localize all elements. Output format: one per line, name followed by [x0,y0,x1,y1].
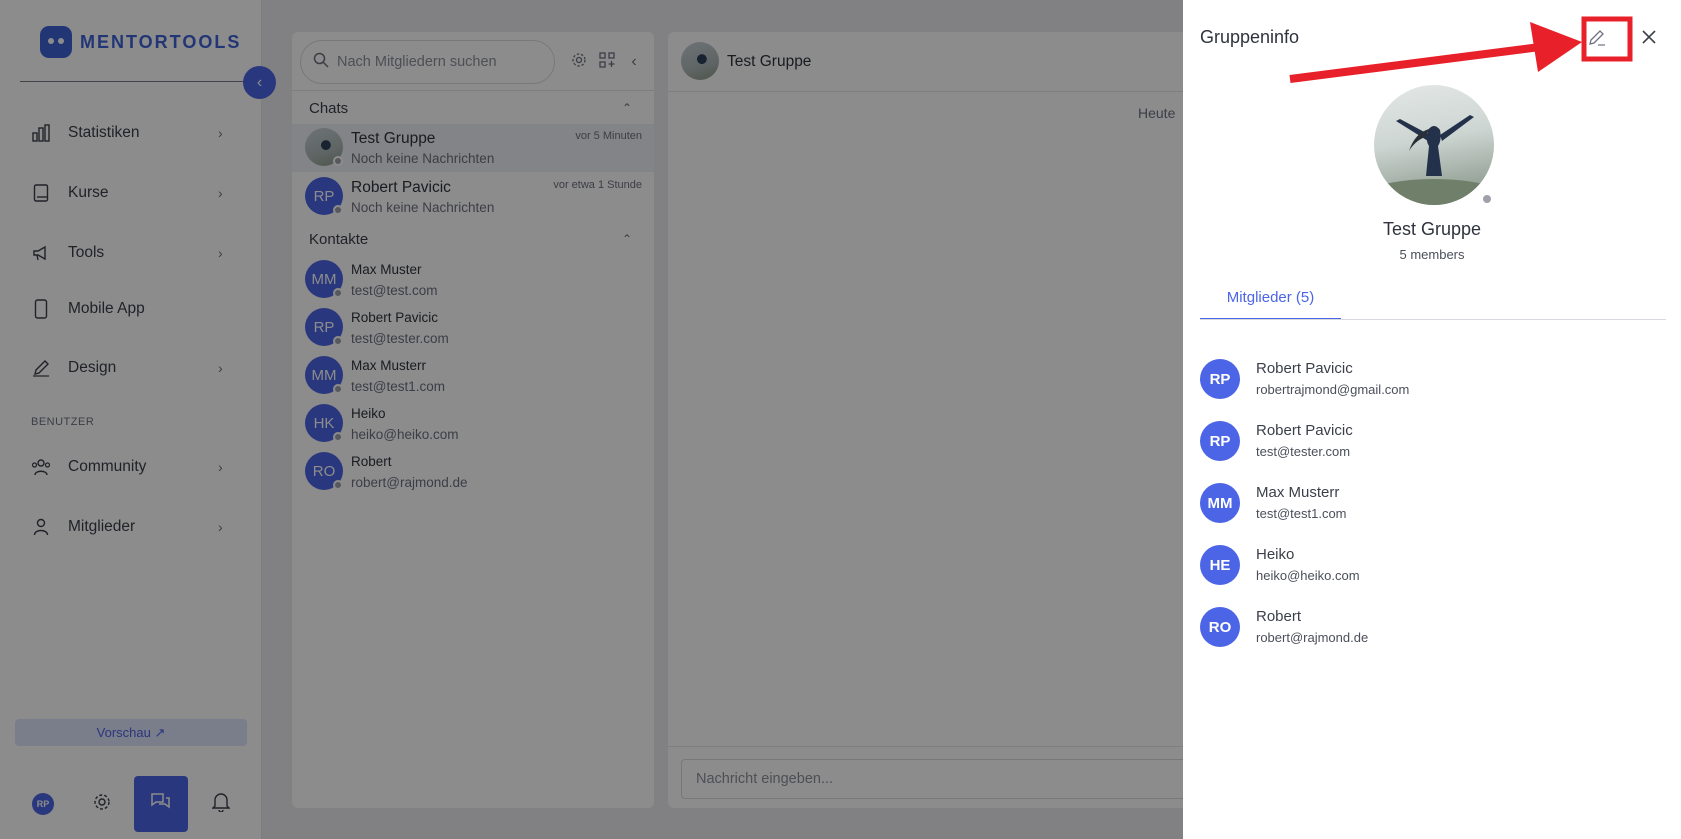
avatar: HE [1200,545,1240,585]
avatar: RP [1200,421,1240,461]
member-name: Heiko [1256,546,1295,563]
status-dot [1481,193,1493,205]
edit-group-button[interactable] [1584,26,1610,52]
member-row[interactable]: RP Robert Pavicic test@tester.com [1200,421,1666,465]
member-name: Robert [1256,608,1302,625]
close-icon [1641,29,1657,50]
avatar: MM [1200,483,1240,523]
group-photo[interactable] [1374,85,1494,205]
group-photo-image [1374,115,1494,205]
member-email: test@tester.com [1256,444,1351,459]
member-row[interactable]: MM Max Musterr test@test1.com [1200,483,1666,527]
tab-divider [1200,319,1666,320]
avatar: RO [1200,607,1240,647]
member-row[interactable]: RO Robert robert@rajmond.de [1200,607,1666,651]
tab-mitglieder[interactable]: Mitglieder (5) [1200,289,1341,320]
member-count: 5 members [1399,247,1465,262]
member-email: heiko@heiko.com [1256,568,1360,583]
member-email: robert@rajmond.de [1256,630,1369,645]
member-row[interactable]: RP Robert Pavicic robertrajmond@gmail.co… [1200,359,1666,403]
member-email: robertrajmond@gmail.com [1256,382,1410,397]
member-row[interactable]: HE Heiko heiko@heiko.com [1200,545,1666,589]
member-name: Robert Pavicic [1256,422,1353,439]
member-name: Max Musterr [1256,484,1340,501]
group-info-drawer: Gruppeninfo Test Gruppe 5 members Mitgli… [1183,0,1681,839]
close-button[interactable] [1635,25,1663,53]
modal-backdrop[interactable] [0,0,1183,839]
edit-icon [1588,28,1606,51]
drawer-title: Gruppeninfo [1200,27,1300,47]
group-name: Test Gruppe [1382,219,1482,239]
member-name: Robert Pavicic [1256,360,1353,377]
avatar: RP [1200,359,1240,399]
member-email: test@test1.com [1256,506,1347,521]
